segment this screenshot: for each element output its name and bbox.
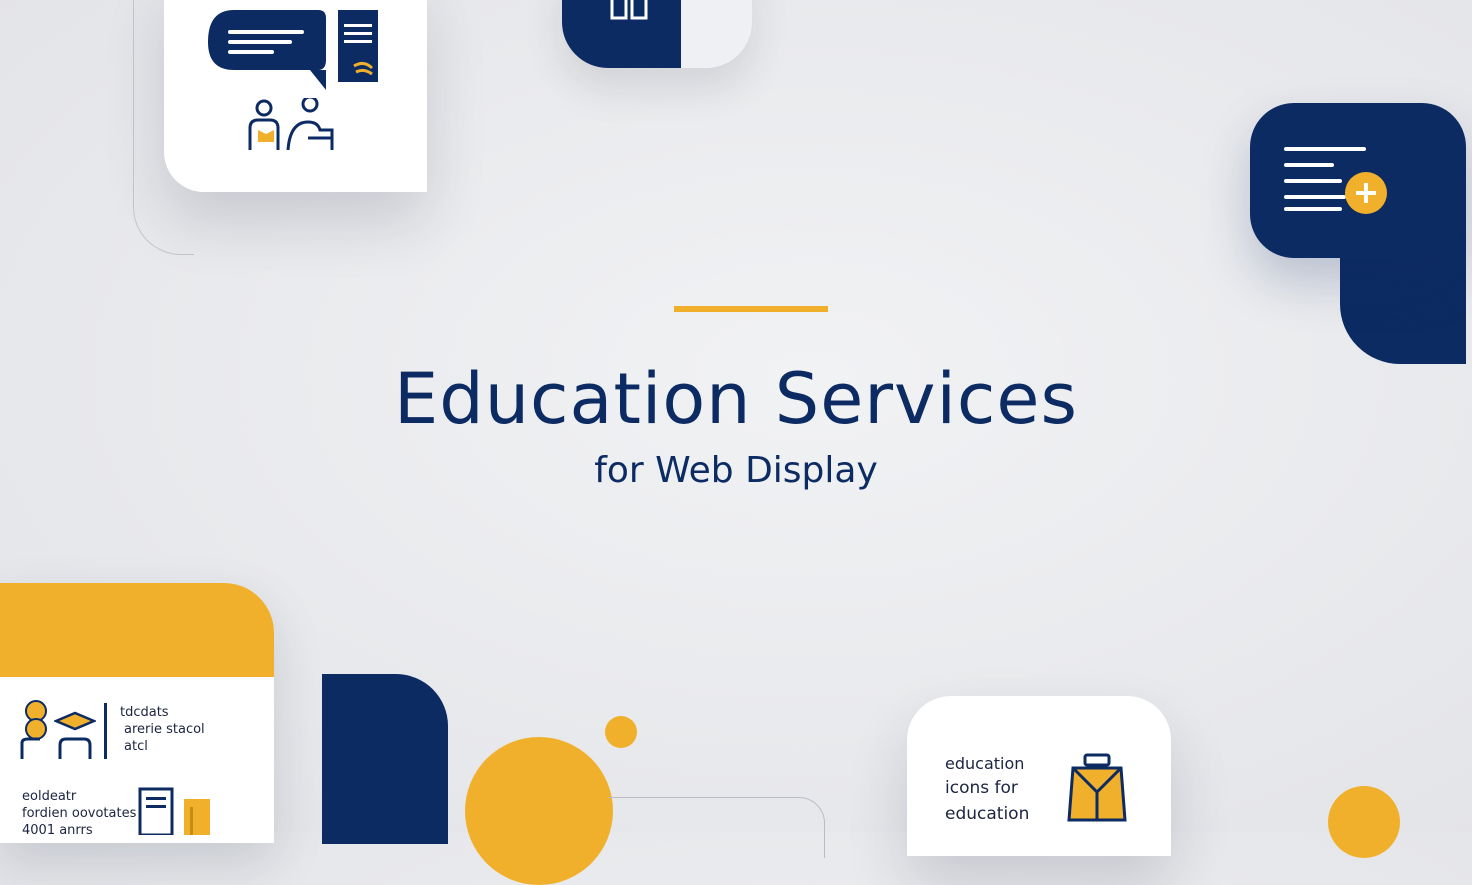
navy-pillar xyxy=(322,674,448,844)
document-icon xyxy=(338,10,378,82)
book-icon xyxy=(138,787,210,835)
chat-card xyxy=(164,0,427,192)
top-center-tile xyxy=(562,0,752,68)
document-add-card xyxy=(1250,103,1466,258)
card-line-3: atcl xyxy=(124,739,148,754)
accent-line xyxy=(674,306,828,312)
outline-connector xyxy=(608,797,825,858)
bag-icon xyxy=(1067,753,1127,822)
divider xyxy=(104,703,107,759)
card-line-6: 4001 anrrs xyxy=(22,823,93,838)
card-line-2: arerie stacol xyxy=(124,722,205,737)
small-gold-dot xyxy=(605,716,637,748)
hero-title: Education Services xyxy=(394,358,1078,440)
graduation-cap-icon xyxy=(54,711,96,759)
card-line-5: fordien oovotates xyxy=(22,806,137,821)
corner-gold-circle xyxy=(1328,786,1400,858)
card-line-1: tdcdats xyxy=(120,705,169,720)
document-add-icon xyxy=(1284,147,1387,214)
education-icons-card: education icons for education xyxy=(907,696,1171,856)
edu-line-3: education xyxy=(945,804,1030,824)
card-line-4: eoldeatr xyxy=(22,789,77,804)
edu-line-1: education xyxy=(945,754,1025,773)
student-card: tdcdats arerie stacol atcl eoldeatr ford… xyxy=(0,583,274,843)
edu-line-2: icons for xyxy=(945,778,1018,798)
hero-subtitle: for Web Display xyxy=(594,450,878,491)
speech-bubble-icon xyxy=(208,10,326,90)
large-gold-circle xyxy=(465,737,613,885)
student-icon xyxy=(20,700,47,759)
book-icon xyxy=(610,0,648,20)
people-icon xyxy=(248,98,334,151)
